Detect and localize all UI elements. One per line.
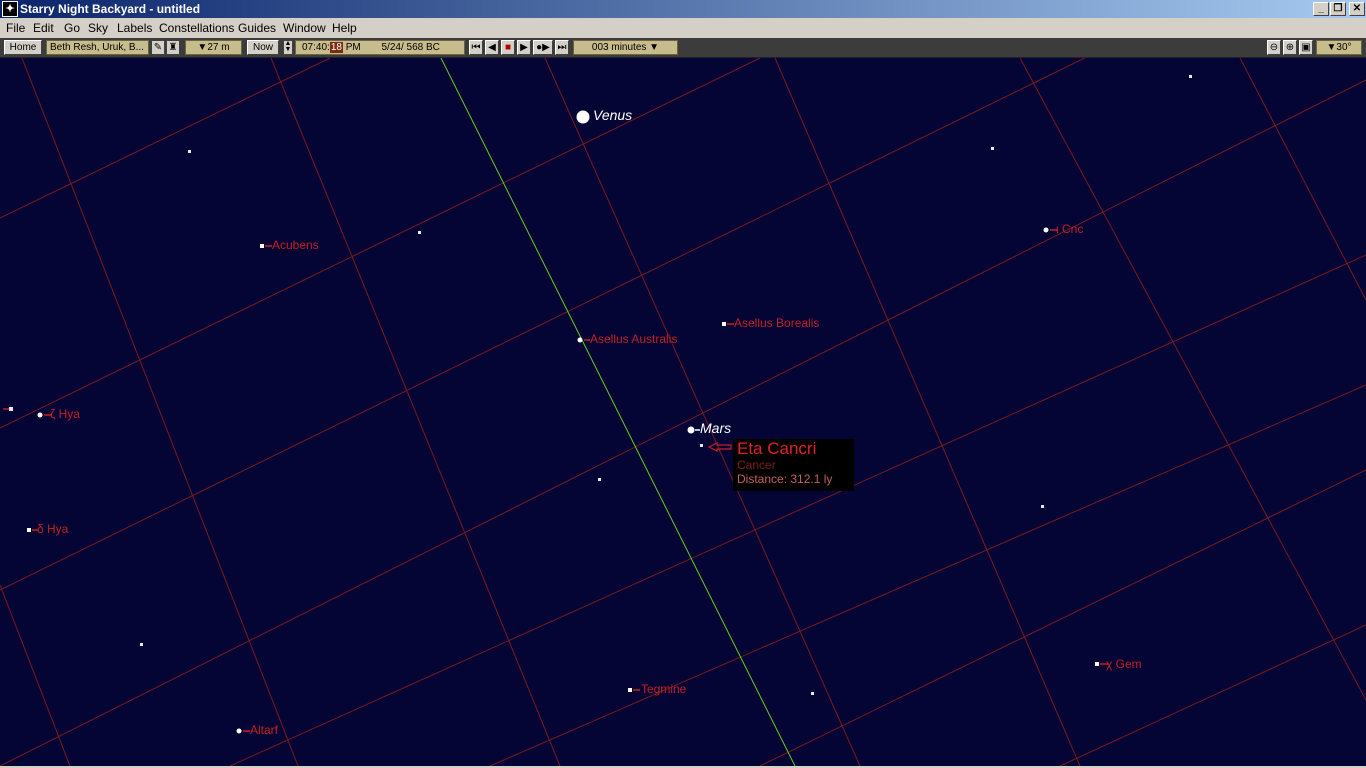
menu-window[interactable]: Window — [281, 18, 328, 38]
ecliptic-line — [440, 58, 796, 766]
title-bar: ✦ Starry Night Backyard - untitled _ ❐ ✕ — [0, 0, 1366, 18]
grid-line — [0, 584, 71, 766]
background-stars — [9, 75, 1192, 695]
step-backward-icon[interactable]: ◀ — [485, 40, 499, 55]
viewer-icon[interactable]: ♜ — [166, 40, 180, 55]
menu-guides[interactable]: Guides — [236, 18, 278, 38]
star-asellus-australis — [577, 337, 583, 343]
stop-icon[interactable]: ■ — [501, 40, 515, 55]
menu-labels[interactable]: Labels — [115, 18, 154, 38]
zoom-out-icon[interactable]: ⊖ — [1267, 40, 1281, 55]
time-date-field[interactable]: 07:40:18 PM 5/24/ 568 BC — [295, 40, 465, 55]
menu-file[interactable]: File — [4, 18, 27, 38]
grid-line — [0, 58, 761, 429]
step-backward-fast-icon[interactable]: ⏮ — [469, 40, 483, 55]
star-label-altarf[interactable]: Altarf — [250, 723, 278, 737]
planet-label-mars[interactable]: Mars — [700, 420, 731, 436]
grid-line — [229, 254, 1366, 766]
star-label-acubens[interactable]: Acubens — [272, 238, 319, 252]
menu-help[interactable]: Help — [330, 18, 359, 38]
star-delta-hya — [27, 528, 31, 532]
planets[interactable] — [576, 110, 695, 434]
time-step-dropdown[interactable]: 003 minutes ▼ — [573, 40, 678, 55]
grid-line — [544, 58, 861, 766]
step-forward-icon[interactable]: ⏭ — [555, 40, 569, 55]
selection-arrow-icon — [707, 442, 732, 452]
coordinate-grid — [0, 58, 1366, 766]
star-acubens — [260, 244, 264, 248]
star-altarf — [236, 728, 242, 734]
label-pointers — [3, 229, 1108, 732]
star-asellus-borealis — [722, 322, 726, 326]
grid-line — [0, 58, 1086, 591]
star-label-zeta-hya[interactable]: ζ Hya — [50, 407, 80, 421]
named-stars[interactable] — [27, 227, 1099, 734]
menu-go[interactable]: Go — [62, 18, 82, 38]
star-iota-cnc — [1043, 227, 1049, 233]
grid-line — [759, 469, 1366, 766]
planet-label-venus[interactable]: Venus — [593, 107, 632, 123]
object-constellation: Cancer — [737, 458, 776, 472]
star-label-asellus-australis[interactable]: Asellus Australis — [590, 332, 677, 346]
sky-view[interactable]: Venus Mars Acubens Asellus Australis Ase… — [0, 58, 1366, 766]
zoom-box-icon[interactable]: ▣ — [1299, 40, 1313, 55]
grid-line — [0, 58, 331, 219]
zoom-in-icon[interactable]: ⊕ — [1283, 40, 1297, 55]
grid-line — [1019, 58, 1366, 701]
play-icon[interactable]: ▶ — [517, 40, 531, 55]
menu-edit[interactable]: Edit — [31, 18, 56, 38]
grid-line — [1059, 624, 1366, 766]
star-label-delta-hya[interactable]: δ Hya — [37, 522, 68, 536]
grid-line — [774, 58, 1081, 766]
app-icon[interactable]: ✦ — [2, 1, 18, 17]
star-label-iota-cnc[interactable]: ι Cnc — [1056, 222, 1083, 236]
minimize-button[interactable]: _ — [1313, 2, 1329, 16]
home-button[interactable]: Home — [4, 40, 42, 55]
planet-mars — [687, 426, 695, 434]
control-toolbar: Home Beth Resh, Uruk, B... ✎ ♜ ▼27 m Now… — [0, 38, 1366, 58]
star-zeta-hya — [37, 412, 43, 418]
menu-bar: File Edit Go Sky Labels Constellations G… — [0, 18, 1366, 38]
star-label-chi-gem[interactable]: χ Gem — [1106, 657, 1142, 671]
menu-constellations[interactable]: Constellations — [157, 18, 236, 38]
time-stepper-icon[interactable]: ▲ ▼ — [283, 40, 293, 55]
close-button[interactable]: ✕ — [1349, 2, 1365, 16]
field-of-view-dropdown[interactable]: ▼30° — [1316, 40, 1362, 55]
planet-venus — [576, 110, 590, 124]
grid-line — [489, 384, 1366, 766]
restore-button[interactable]: ❐ — [1330, 2, 1346, 16]
seconds-value[interactable]: 18 — [329, 42, 343, 53]
date-value[interactable]: 5/24/ 568 BC — [382, 42, 440, 53]
now-button[interactable]: Now — [247, 40, 279, 55]
grid-line — [0, 79, 1366, 766]
elevation-field[interactable]: ▼27 m — [185, 40, 242, 55]
location-field[interactable]: Beth Resh, Uruk, B... — [46, 40, 149, 55]
object-distance: Distance: 312.1 ly — [737, 472, 833, 486]
window-title: Starry Night Backyard - untitled — [20, 2, 201, 16]
star-chi-gem — [1095, 662, 1099, 666]
ampm-value[interactable]: PM — [346, 42, 361, 53]
sky-chart[interactable] — [0, 58, 1366, 766]
grid-line — [270, 58, 561, 766]
object-name: Eta Cancri — [737, 439, 817, 458]
play-fast-icon[interactable]: ●▶ — [533, 40, 553, 55]
edit-location-icon[interactable]: ✎ — [151, 40, 165, 55]
object-info-box[interactable]: Eta Cancri Cancer Distance: 312.1 ly — [733, 439, 854, 491]
star-label-tegmine[interactable]: Tegmine — [641, 682, 686, 696]
star-label-asellus-borealis[interactable]: Asellus Borealis — [734, 316, 819, 330]
menu-sky[interactable]: Sky — [86, 18, 110, 38]
star-tegmine — [628, 688, 632, 692]
time-value[interactable]: 07:40: — [302, 42, 330, 53]
